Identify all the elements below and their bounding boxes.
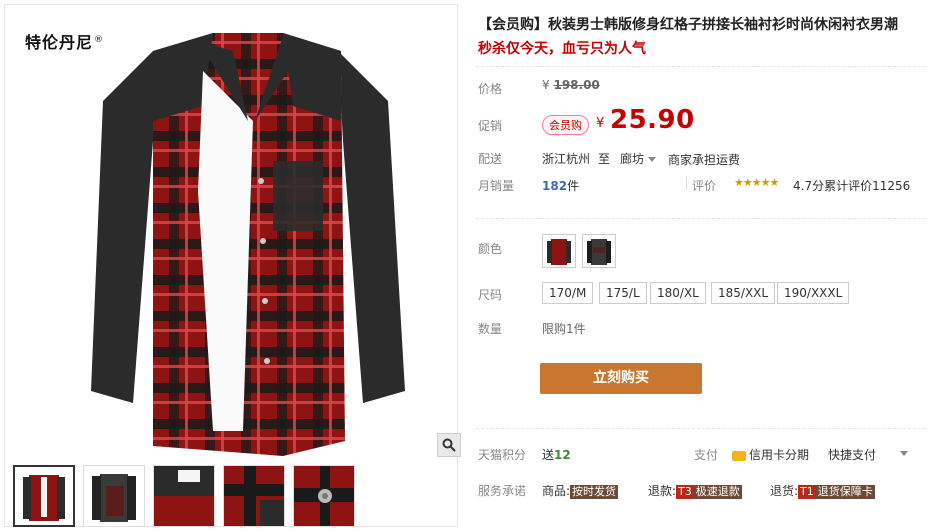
member-badge: 会员购 — [542, 115, 589, 135]
price-label: 价格 — [478, 82, 503, 96]
original-price-currency: ¥ — [542, 78, 550, 92]
color-option-dark[interactable] — [582, 234, 616, 268]
quantity-limit: 限购1件 — [542, 322, 586, 336]
buy-now-button[interactable]: 立刻购买 — [540, 363, 702, 394]
thumbnail-strip — [13, 465, 355, 527]
service-goods: 商品: 按时发货 — [542, 482, 619, 499]
zoom-button[interactable] — [437, 433, 461, 457]
quick-pay: 快捷支付 — [828, 448, 877, 462]
points-value: 12 — [554, 448, 571, 462]
rating-text[interactable]: 4.7分累计评价11256 — [793, 177, 910, 194]
original-price: ¥ 198.00 — [542, 78, 600, 92]
service-return: 退货: T1 退货保障卡 — [770, 482, 875, 499]
service-label: 服务承诺 — [478, 484, 527, 498]
rating-stars: ★★★★★ — [734, 176, 779, 189]
divider — [476, 66, 926, 67]
thumbnail-3[interactable] — [153, 465, 215, 527]
sales-unit: 件 — [567, 179, 580, 193]
chevron-down-icon — [900, 451, 908, 456]
chevron-down-icon — [647, 157, 656, 162]
shipping-fee: 商家承担运费 — [668, 153, 741, 167]
destination-text: 廊坊 — [620, 152, 645, 166]
fast-refund-tag[interactable]: 极速退款 — [693, 485, 742, 499]
color-option-red[interactable] — [542, 234, 576, 268]
shipping-to-word: 至 — [598, 152, 611, 166]
thumbnail-5[interactable] — [293, 465, 355, 527]
thumbnail-4[interactable] — [223, 465, 285, 527]
original-price-value: 198.00 — [553, 78, 600, 92]
sales-count-value: 182 — [542, 179, 568, 193]
divider — [476, 428, 926, 429]
thumbnail-1[interactable] — [13, 465, 75, 527]
shipping-label: 配送 — [478, 152, 503, 166]
product-subtitle: 秒杀仅今天，血亏只为人气 — [478, 41, 646, 57]
payment-label: 支付 — [694, 448, 719, 462]
return-guarantee-tag[interactable]: 退货保障卡 — [815, 485, 875, 499]
promo-label: 促销 — [478, 119, 503, 133]
promo-currency: ¥ — [596, 116, 605, 131]
product-info: 【会员购】秋装男士韩版修身红格子拼接长袖衬衫时尚休闲衬衣男潮 秒杀仅今天，血亏只… — [476, 0, 926, 531]
points-prefix: 送 — [542, 448, 555, 462]
payment-dropdown[interactable] — [900, 446, 908, 460]
sales-label: 月销量 — [478, 179, 515, 193]
main-product-image[interactable] — [83, 11, 413, 461]
shipping-from: 浙江杭州 — [542, 152, 591, 166]
rating-label: 评价 — [692, 179, 717, 193]
size-option-180xl[interactable]: 180/XL — [650, 282, 706, 304]
shipping-destination[interactable]: 廊坊 — [620, 150, 656, 167]
points-label: 天猫积分 — [478, 448, 527, 462]
promo-price: 25.90 — [610, 105, 695, 135]
ontime-delivery-tag[interactable]: 按时发货 — [570, 485, 619, 499]
service-return-label: 退货: — [770, 484, 799, 498]
credit-installment[interactable]: 信用卡分期 — [732, 446, 809, 463]
thumbnail-2[interactable] — [83, 465, 145, 527]
credit-installment-text: 信用卡分期 — [749, 448, 810, 462]
size-option-190xxxl[interactable]: 190/XXXL — [777, 282, 850, 304]
size-label: 尺码 — [478, 288, 503, 302]
credit-card-icon — [732, 450, 746, 461]
service-refund-label: 退款: — [648, 484, 677, 498]
divider — [476, 218, 926, 219]
service-goods-label: 商品: — [542, 484, 571, 498]
color-label: 颜色 — [478, 242, 503, 256]
size-option-170m[interactable]: 170/M — [542, 282, 594, 304]
magnifier-icon — [442, 438, 456, 452]
size-option-175l[interactable]: 175/L — [599, 282, 647, 304]
product-gallery: 特伦丹尼® — [4, 4, 461, 527]
refund-code-badge: T3 — [676, 485, 694, 499]
quantity-label: 数量 — [478, 322, 503, 336]
service-refund: 退款: T3 极速退款 — [648, 482, 742, 499]
vertical-divider — [686, 176, 687, 190]
sales-count: 182件 — [542, 177, 579, 194]
product-title: 【会员购】秋装男士韩版修身红格子拼接长袖衬衫时尚休闲衬衣男潮 — [478, 17, 898, 33]
size-option-185xxl[interactable]: 185/XXL — [711, 282, 776, 304]
return-code-badge: T1 — [798, 485, 816, 499]
points-text: 送12 — [542, 446, 571, 463]
